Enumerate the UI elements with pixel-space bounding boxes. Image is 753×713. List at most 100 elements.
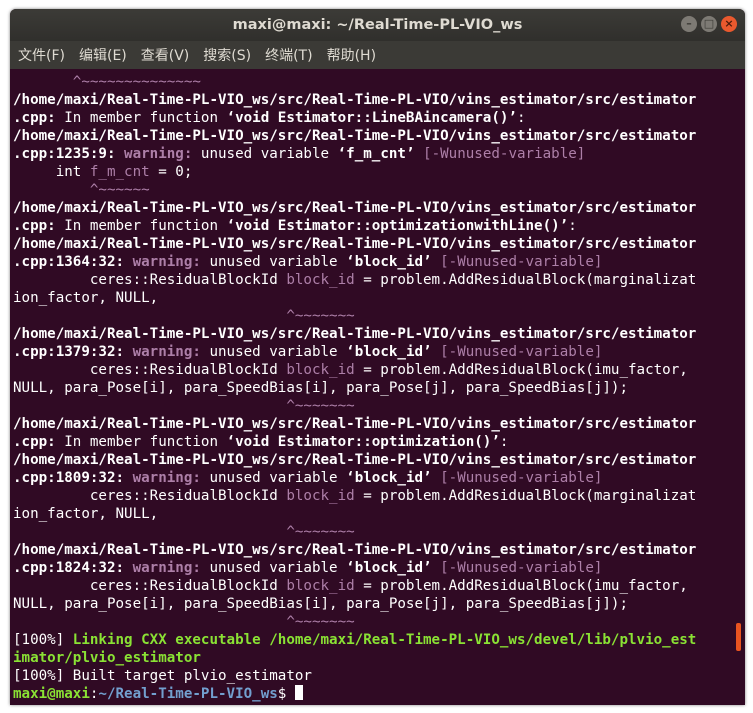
terminal-text: f_m_cnt: [89, 164, 150, 180]
terminal-line: ^~~~~~~~: [13, 523, 745, 541]
terminal-text: .cpp:: [13, 218, 56, 234]
terminal-lines: ^~~~~~~~~~~~~~~ /home/maxi/Real-Time-PL-V…: [13, 73, 745, 685]
terminal-text: ceres::ResidualBlockId: [13, 578, 287, 594]
terminal-text: = 0;: [149, 164, 193, 180]
terminal-text: /home/maxi/Real-Time-PL-VIO_ws/src/Real-…: [13, 452, 697, 468]
terminal-line: /home/maxi/Real-Time-PL-VIO_ws/src/Real-…: [13, 541, 745, 559]
terminal-line: .cpp:1235:9: warning: unused variable ‘f…: [13, 145, 745, 163]
terminal-text: ‘void Estimator::LineBAincamera()’: [226, 110, 517, 126]
terminal-line: .cpp:1809:32: warning: unused variable ‘…: [13, 469, 745, 487]
terminal-text: warning:: [132, 470, 201, 486]
minimize-icon[interactable]: –: [681, 16, 697, 32]
close-icon[interactable]: ×: [721, 16, 737, 32]
shell-prompt[interactable]: maxi@maxi:~/Real-Time-PL-VIO_ws$: [13, 685, 745, 703]
terminal-text: block_id: [286, 578, 355, 594]
terminal-line: ^~~~~~~: [13, 181, 745, 199]
terminal-line: ceres::ResidualBlockId block_id = proble…: [13, 487, 745, 505]
terminal-text: warning:: [124, 146, 193, 162]
terminal-line: .cpp:1379:32: warning: unused variable ‘…: [13, 343, 745, 361]
window-title: maxi@maxi: ~/Real-Time-PL-VIO_ws: [232, 17, 523, 33]
terminal-text: [-Wunused-variable]: [440, 560, 603, 576]
terminal-text: /home/maxi/Real-Time-PL-VIO_ws/src/Real-…: [13, 236, 697, 252]
terminal-line: ^~~~~~~~: [13, 613, 745, 631]
menu-terminal[interactable]: 终端(T): [265, 45, 312, 65]
terminal-text: ceres::ResidualBlockId: [13, 362, 287, 378]
menu-view[interactable]: 查看(V): [141, 45, 190, 65]
title-bar[interactable]: maxi@maxi: ~/Real-Time-PL-VIO_ws – □ ×: [10, 9, 745, 41]
terminal-text: warning:: [132, 560, 201, 576]
terminal-text: [-Wunused-variable]: [440, 470, 603, 486]
terminal-line: ^~~~~~~~: [13, 307, 745, 325]
terminal-text: ion_factor, NULL,: [13, 506, 159, 522]
terminal-text: [-Wunused-variable]: [440, 344, 603, 360]
terminal-text: /home/maxi/Real-Time-PL-VIO_ws/src/Real-…: [13, 92, 697, 108]
menu-edit[interactable]: 编辑(E): [79, 45, 127, 65]
terminal-text: /home/maxi/Real-Time-PL-VIO_ws/src/Real-…: [13, 128, 697, 144]
terminal-text: ‘void Estimator::optimization()’: [226, 434, 500, 450]
terminal-line: [100%] Built target plvio_estimator: [13, 667, 745, 685]
terminal-text: warning:: [132, 344, 201, 360]
terminal-text: imator/plvio_estimator: [13, 650, 201, 666]
terminal-text: ^~~~~~~~: [13, 308, 355, 324]
terminal-line: [100%] Linking CXX executable /home/maxi…: [13, 631, 745, 649]
terminal-line: NULL, para_Pose[i], para_SpeedBias[i], p…: [13, 595, 745, 613]
terminal-text: warning:: [132, 254, 201, 270]
terminal-text: /home/maxi/Real-Time-PL-VIO_ws/src/Real-…: [13, 326, 697, 342]
terminal-text: unused variable: [200, 470, 347, 486]
terminal-line: ion_factor, NULL,: [13, 289, 745, 307]
terminal-text: ‘block_id’: [346, 560, 432, 576]
terminal-text: In member function: [55, 110, 227, 126]
terminal-text: block_id: [286, 488, 355, 504]
terminal-text: = problem.AddResidualBlock(imu_factor,: [354, 362, 688, 378]
terminal-text: ‘f_m_cnt’: [337, 146, 415, 162]
terminal-text: /home/maxi/Real-Time-PL-VIO_ws/src/Real-…: [13, 416, 697, 432]
terminal-text: [-Wunused-variable]: [423, 146, 586, 162]
terminal-text: :: [516, 110, 526, 126]
terminal-text: NULL, para_Pose[i], para_SpeedBias[i], p…: [13, 380, 628, 396]
terminal-text: [100%]: [13, 632, 73, 648]
terminal-text: ‘void Estimator::optimizationwithLine()’: [226, 218, 569, 234]
menu-file[interactable]: 文件(F): [18, 45, 65, 65]
terminal-text: :: [568, 218, 577, 234]
terminal-text: ^~~~~~~~: [13, 524, 355, 540]
maximize-icon[interactable]: □: [701, 16, 717, 32]
terminal-text: :: [499, 434, 509, 450]
terminal-text: ion_factor, NULL,: [13, 290, 159, 306]
prompt-path: ~/Real-Time-PL-VIO_ws: [98, 686, 278, 702]
terminal-line: .cpp: In member function ‘void Estimator…: [13, 217, 745, 235]
terminal-text: In member function: [55, 434, 227, 450]
terminal-line: ion_factor, NULL,: [13, 505, 745, 523]
terminal-text: .cpp:1364:32:: [13, 254, 125, 270]
terminal-text: .cpp:1809:32:: [13, 470, 125, 486]
scrollbar-thumb[interactable]: [736, 623, 741, 651]
terminal-text: .cpp:: [13, 434, 56, 450]
terminal-text: .cpp:1824:32:: [13, 560, 125, 576]
terminal-line: /home/maxi/Real-Time-PL-VIO_ws/src/Real-…: [13, 325, 745, 343]
terminal-text: ceres::ResidualBlockId: [13, 272, 287, 288]
terminal-line: .cpp: In member function ‘void Estimator…: [13, 109, 745, 127]
menu-bar: 文件(F) 编辑(E) 查看(V) 搜索(S) 终端(T) 帮助(H): [10, 41, 745, 69]
terminal-text: unused variable: [200, 254, 347, 270]
terminal-line: /home/maxi/Real-Time-PL-VIO_ws/src/Real-…: [13, 451, 745, 469]
terminal-line: /home/maxi/Real-Time-PL-VIO_ws/src/Real-…: [13, 415, 745, 433]
terminal-text: In member function: [55, 218, 227, 234]
terminal-text: [100%] Built target plvio_estimator: [13, 668, 312, 684]
terminal-text: ‘block_id’: [346, 344, 432, 360]
prompt-user-host: maxi@maxi: [13, 686, 90, 702]
terminal-text: /home/maxi/Real-Time-PL-VIO_ws/src/Real-…: [13, 542, 697, 558]
terminal-line: .cpp:1824:32: warning: unused variable ‘…: [13, 559, 745, 577]
terminal-line: .cpp:1364:32: warning: unused variable ‘…: [13, 253, 745, 271]
window-controls: – □ ×: [681, 16, 737, 32]
terminal-line: /home/maxi/Real-Time-PL-VIO_ws/src/Real-…: [13, 199, 745, 217]
menu-search[interactable]: 搜索(S): [203, 45, 251, 65]
terminal-text: /home/maxi/Real-Time-PL-VIO_ws/src/Real-…: [13, 200, 697, 216]
menu-help[interactable]: 帮助(H): [327, 45, 376, 65]
terminal-text: .cpp:1379:32:: [13, 344, 125, 360]
terminal-output[interactable]: ^~~~~~~~~~~~~~~ /home/maxi/Real-Time-PL-V…: [10, 69, 745, 705]
terminal-text: unused variable: [200, 344, 347, 360]
